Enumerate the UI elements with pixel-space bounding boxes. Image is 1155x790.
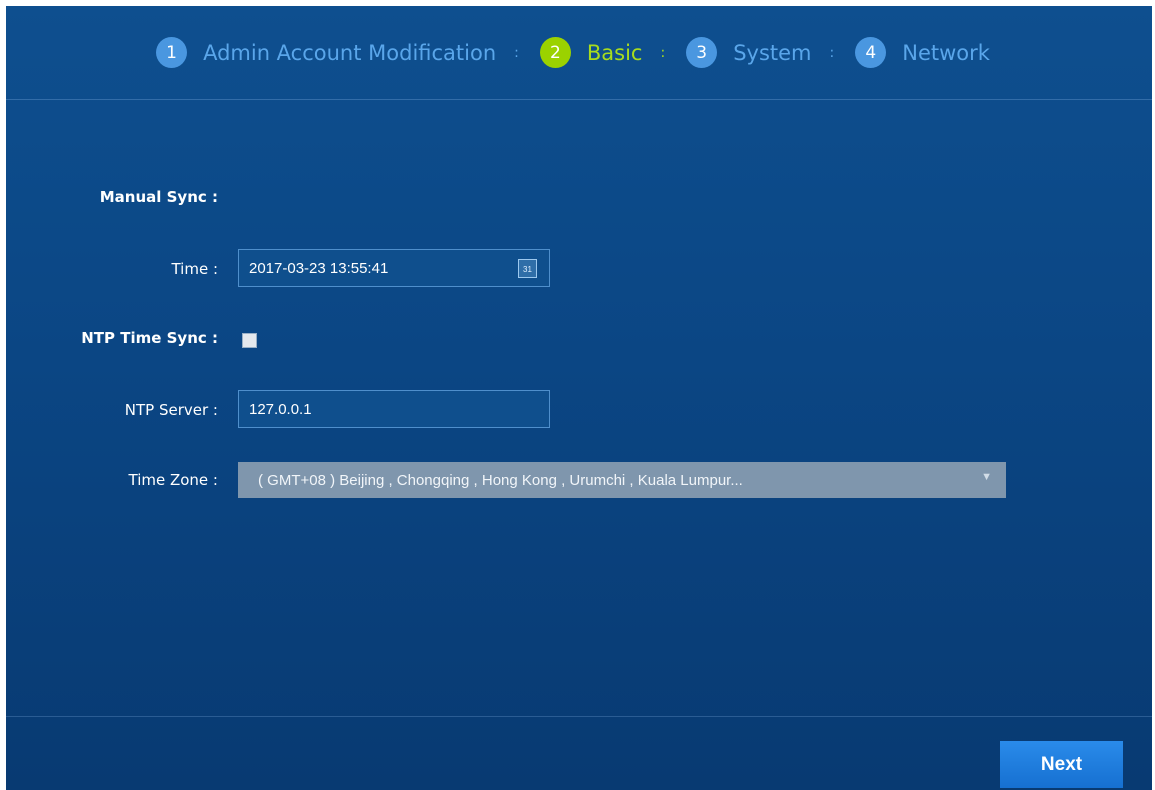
step-separator: : <box>660 44 667 61</box>
time-zone-value: ( GMT+08 ) Beijing , Chongqing , Hong Ko… <box>258 471 743 489</box>
calendar-icon[interactable]: 31 <box>518 259 537 278</box>
next-button[interactable]: Next <box>1000 741 1123 788</box>
footer-divider <box>6 716 1152 717</box>
time-label: Time : <box>171 260 218 278</box>
time-zone-label: Time Zone : <box>128 471 219 489</box>
step-separator: : <box>829 44 836 61</box>
step-number: 1 <box>156 37 188 68</box>
manual-sync-label: Manual Sync : <box>99 188 218 206</box>
step-admin-account[interactable]: 1 Admin Account Modification <box>156 37 496 68</box>
time-value: 2017-03-23 13:55:41 <box>249 259 389 277</box>
chevron-down-icon[interactable]: ▼ <box>981 471 992 483</box>
ntp-time-sync-label: NTP Time Sync : <box>81 329 218 347</box>
setup-wizard-window: 1 Admin Account Modification : 2 Basic :… <box>6 6 1152 790</box>
step-system[interactable]: 3 System <box>686 37 812 68</box>
step-label: System <box>733 40 812 65</box>
ntp-server-value: 127.0.0.1 <box>249 400 312 418</box>
step-separator: : <box>514 44 520 61</box>
step-number: 4 <box>855 37 887 68</box>
step-number: 3 <box>686 37 718 68</box>
time-zone-select[interactable]: ( GMT+08 ) Beijing , Chongqing , Hong Ko… <box>238 462 1006 498</box>
step-label: Network <box>902 40 990 65</box>
step-label: Admin Account Modification <box>203 40 497 65</box>
step-label: Basic <box>586 40 643 65</box>
ntp-server-input[interactable]: 127.0.0.1 <box>238 390 550 428</box>
wizard-steps: 1 Admin Account Modification : 2 Basic :… <box>6 6 1152 100</box>
ntp-time-sync-checkbox[interactable] <box>242 333 257 348</box>
time-input[interactable]: 2017-03-23 13:55:41 31 <box>238 249 550 287</box>
step-number: 2 <box>539 37 571 68</box>
step-network[interactable]: 4 Network <box>855 37 990 68</box>
ntp-server-label: NTP Server : <box>124 401 218 419</box>
step-basic[interactable]: 2 Basic <box>539 37 643 68</box>
